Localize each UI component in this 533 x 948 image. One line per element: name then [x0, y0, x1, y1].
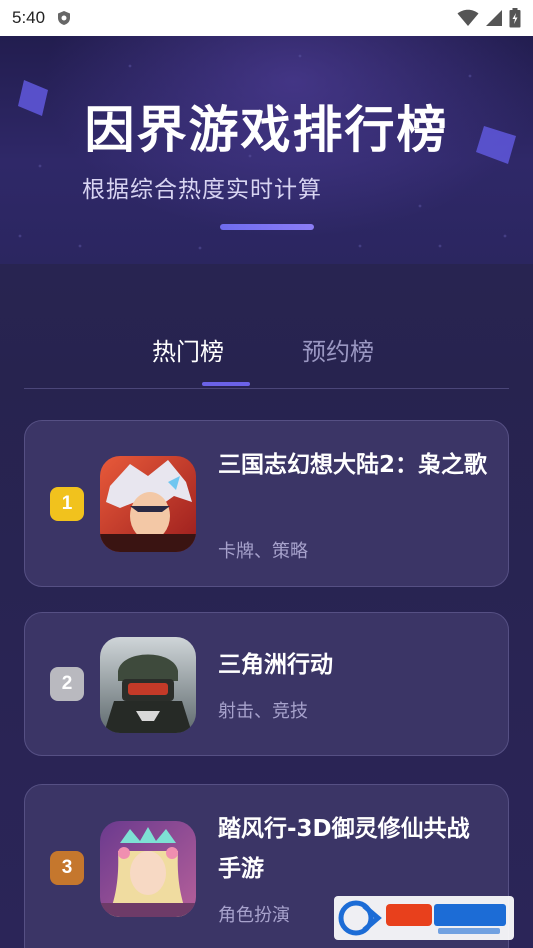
title-underline-bar: [220, 224, 314, 230]
game-tags: 角色扮演: [218, 905, 290, 926]
game-icon: [100, 456, 196, 552]
page-subtitle: 根据综合热度实时计算: [82, 177, 322, 203]
status-time: 5:40: [12, 8, 46, 27]
tabs-divider: [24, 388, 509, 389]
game-artwork-icon: [100, 637, 196, 733]
app-screen: 5:40 因界游戏排行榜 根据综合热度实时计算 热门榜 预约榜 1 三国志幻想大…: [0, 0, 533, 948]
active-tab-indicator: [202, 382, 250, 386]
game-title: 踏风行-3D御灵修仙共战手游: [218, 816, 470, 882]
watermark-logo: [334, 896, 514, 940]
rank-badge: 2: [50, 667, 84, 701]
wifi-icon: [457, 9, 479, 26]
battery-icon: [509, 8, 521, 28]
status-bar: 5:40: [0, 0, 533, 36]
page-title: 因界游戏排行榜: [84, 101, 449, 159]
game-card[interactable]: 1 三国志幻想大陆2：枭之歌 卡牌、策略: [24, 420, 509, 587]
shield-icon: [58, 11, 71, 25]
rank-badge: 1: [50, 487, 84, 521]
tab-hot[interactable]: 热门榜: [152, 332, 224, 367]
ranking-tabs: 热门榜 预约榜: [24, 300, 509, 390]
game-artwork-icon: [100, 821, 196, 917]
game-icon: [100, 637, 196, 733]
status-icons: [457, 8, 521, 28]
cellular-signal-icon: [486, 10, 502, 26]
game-title: 三角洲行动: [218, 652, 333, 678]
tab-preorder[interactable]: 预约榜: [302, 332, 374, 367]
game-title: 三国志幻想大陆2：枭之歌: [218, 452, 488, 478]
game-card[interactable]: 2 三角洲行动 射击、竞技: [24, 612, 509, 756]
header-banner: 因界游戏排行榜 根据综合热度实时计算: [0, 36, 533, 264]
game-artwork-icon: [100, 456, 196, 552]
rank-badge: 3: [50, 851, 84, 885]
game-tags: 射击、竞技: [218, 701, 308, 722]
game-tags: 卡牌、策略: [218, 541, 308, 562]
game-icon: [100, 821, 196, 917]
